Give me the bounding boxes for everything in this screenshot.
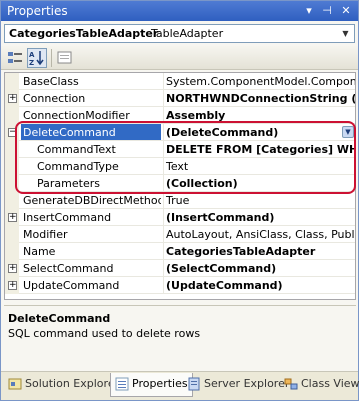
property-name[interactable]: DeleteCommand	[21, 124, 161, 140]
row-gutter	[5, 107, 19, 124]
property-value[interactable]: True	[163, 192, 355, 208]
property-value[interactable]: (UpdateCommand)	[163, 277, 355, 293]
property-row[interactable]: + SelectCommand (SelectCommand)	[5, 260, 355, 277]
bottom-tab-strip: Solution Explorer Properties Server Expl…	[1, 371, 359, 400]
row-gutter	[5, 141, 19, 158]
object-selector-dropdown[interactable]: CategoriesTableAdapter TableAdapter ▼	[4, 24, 355, 43]
row-gutter	[5, 226, 19, 243]
svg-text:Z: Z	[29, 59, 34, 67]
chevron-down-icon[interactable]: ▼	[342, 126, 354, 138]
property-value[interactable]: (SelectCommand)	[163, 260, 355, 276]
property-name[interactable]: Name	[21, 243, 161, 259]
solution-explorer-icon	[8, 378, 22, 390]
toolbar-separator	[51, 49, 52, 67]
close-button[interactable]: ✕	[338, 3, 354, 18]
property-name[interactable]: SelectCommand	[21, 260, 161, 276]
categorized-button[interactable]	[5, 48, 25, 68]
tab-label: Server Explorer	[204, 377, 290, 390]
tab-label: Solution Explorer	[25, 377, 120, 390]
chevron-down-icon[interactable]: ▼	[338, 26, 353, 41]
property-value[interactable]: NORTHWNDConnectionString (Web.	[163, 90, 355, 106]
property-value[interactable]: Assembly	[163, 107, 355, 123]
tab-server-explorer[interactable]: Server Explorer	[183, 373, 293, 395]
property-name[interactable]: InsertCommand	[21, 209, 161, 225]
properties-icon	[115, 377, 129, 391]
property-value[interactable]: (InsertCommand)	[163, 209, 355, 225]
description-text: SQL command used to delete rows	[8, 327, 201, 340]
properties-toolbar: A Z	[1, 46, 358, 70]
property-name[interactable]: CommandType	[21, 158, 161, 174]
property-name[interactable]: ConnectionModifier	[21, 107, 161, 123]
row-gutter: +	[5, 277, 19, 294]
window-position-button[interactable]: ▾	[301, 3, 317, 18]
property-row[interactable]: CommandTextDELETE FROM [Categories] WHER…	[5, 141, 355, 158]
row-gutter	[5, 192, 19, 209]
description-title: DeleteCommand	[8, 312, 111, 325]
property-name[interactable]: GenerateDBDirectMethods	[21, 192, 161, 208]
property-row[interactable]: BaseClass System.ComponentModel.Component	[5, 73, 355, 90]
property-row[interactable]: ConnectionModifier Assembly	[5, 107, 355, 124]
property-row[interactable]: + ConnectionNORTHWNDConnectionString (Web…	[5, 90, 355, 107]
object-name: CategoriesTableAdapter	[9, 27, 159, 40]
property-row[interactable]: Name CategoriesTableAdapter	[5, 243, 355, 260]
property-pages-icon	[57, 51, 72, 64]
property-row[interactable]: GenerateDBDirectMethods True	[5, 192, 355, 209]
property-row[interactable]: + UpdateCommand (UpdateCommand)	[5, 277, 355, 294]
property-name[interactable]: Modifier	[21, 226, 161, 242]
property-row[interactable]: Modifier AutoLayout, AnsiClass, Class, Pu…	[5, 226, 355, 243]
row-gutter: +	[5, 209, 19, 226]
property-row[interactable]: − DeleteCommand (DeleteCommand) ▼	[5, 124, 355, 141]
row-gutter: −	[5, 124, 19, 141]
tab-solution-explorer[interactable]: Solution Explorer	[4, 373, 123, 395]
property-value[interactable]: (Collection)	[163, 175, 355, 191]
property-pages-button[interactable]	[55, 48, 75, 68]
property-value[interactable]: System.ComponentModel.Component	[163, 73, 355, 89]
tab-properties[interactable]: Properties	[110, 373, 193, 397]
property-name[interactable]: BaseClass	[21, 73, 161, 89]
row-gutter	[5, 243, 19, 260]
property-value[interactable]: Text	[163, 158, 355, 174]
property-value[interactable]: AutoLayout, AnsiClass, Class, Public	[163, 226, 355, 242]
property-name[interactable]: Parameters	[21, 175, 161, 191]
tab-label: Properties	[132, 377, 188, 390]
auto-hide-pin-icon[interactable]: ⊣	[319, 3, 335, 18]
row-gutter: +	[5, 260, 19, 277]
alphabetical-button[interactable]: A Z	[27, 48, 47, 68]
property-row[interactable]: Parameters (Collection)	[5, 175, 355, 192]
categorized-icon	[8, 52, 22, 63]
class-view-icon	[284, 378, 298, 390]
description-pane: DeleteCommand SQL command used to delete…	[4, 305, 356, 367]
property-grid: BaseClass System.ComponentModel.Component…	[4, 72, 356, 300]
title-bar[interactable]: Properties ▾ ⊣ ✕	[1, 1, 358, 21]
property-row[interactable]: CommandType Text	[5, 158, 355, 175]
window-title: Properties	[7, 4, 68, 18]
row-gutter	[5, 175, 19, 192]
property-value[interactable]: CategoriesTableAdapter	[163, 243, 355, 259]
properties-window: Properties ▾ ⊣ ✕ CategoriesTableAdapter …	[0, 0, 359, 401]
tab-label: Class View	[301, 377, 359, 390]
property-name[interactable]: CommandText	[21, 141, 161, 157]
property-value[interactable]: DELETE FROM [Categories] WHERE	[163, 141, 355, 157]
collapse-icon[interactable]: −	[8, 128, 17, 137]
svg-text:A: A	[29, 51, 35, 59]
server-explorer-icon	[188, 377, 200, 391]
row-gutter: +	[5, 90, 19, 107]
property-name[interactable]: UpdateCommand	[21, 277, 161, 293]
property-name[interactable]: Connection	[21, 90, 161, 106]
tab-class-view[interactable]: Class View	[280, 373, 359, 395]
row-gutter	[5, 158, 19, 175]
row-gutter	[5, 73, 19, 90]
sort-alphabetical-icon: A Z	[29, 51, 44, 67]
object-type: TableAdapter	[151, 27, 224, 40]
expand-icon[interactable]: +	[8, 94, 17, 103]
expand-icon[interactable]: +	[8, 264, 17, 273]
property-value[interactable]: (DeleteCommand)	[163, 124, 355, 140]
expand-icon[interactable]: +	[8, 281, 17, 290]
property-row[interactable]: + InsertCommand (InsertCommand)	[5, 209, 355, 226]
expand-icon[interactable]: +	[8, 213, 17, 222]
